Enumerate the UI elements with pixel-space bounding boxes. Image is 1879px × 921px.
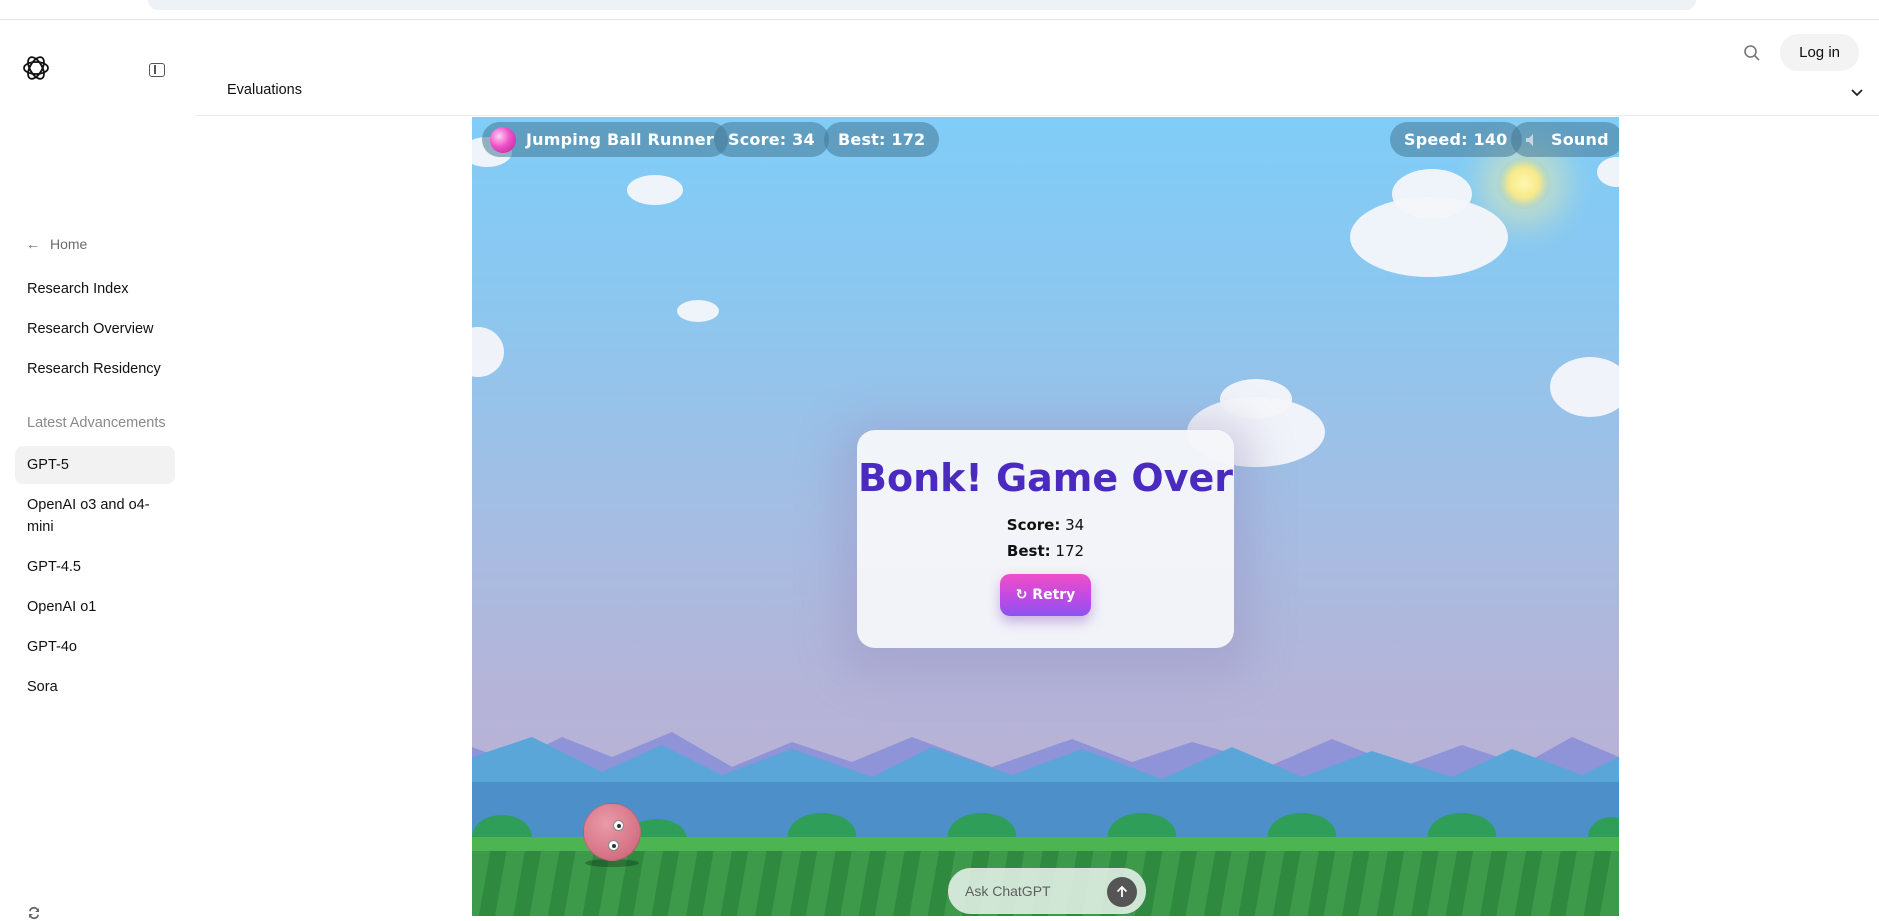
ask-chatgpt-input[interactable] — [965, 883, 1095, 899]
game-canvas[interactable]: Jumping Ball Runner Score: 34 Best: 172 … — [472, 117, 1619, 916]
final-best: Best: 172 — [857, 542, 1234, 560]
best-badge: Best: 172 — [824, 122, 940, 157]
home-link-label: Home — [50, 236, 88, 252]
game-title-badge: Jumping Ball Runner — [482, 122, 728, 157]
evaluations-label: Evaluations — [227, 82, 302, 98]
sidebar-item-research-residency[interactable]: Research Residency — [15, 350, 175, 388]
sidebar-item-gpt-5[interactable]: GPT-5 — [15, 446, 175, 484]
openai-logo-icon[interactable] — [20, 52, 52, 84]
header-actions: Log in — [1742, 34, 1859, 71]
retry-button[interactable]: ↻ Retry — [1000, 574, 1091, 616]
grass-top — [472, 837, 1619, 851]
final-score: Score: 34 — [857, 516, 1234, 534]
final-score-value: 34 — [1065, 516, 1085, 534]
sidebar-item-research-index[interactable]: Research Index — [15, 270, 175, 308]
sidebar-item-sora[interactable]: Sora — [15, 668, 175, 706]
score-badge: Score: 34 — [714, 122, 829, 157]
cloud — [1550, 357, 1619, 417]
cloud — [1220, 379, 1292, 419]
address-bar[interactable] — [148, 0, 1696, 10]
cloud — [677, 300, 719, 322]
game-title: Jumping Ball Runner — [526, 130, 714, 149]
refresh-icon[interactable] — [26, 905, 42, 921]
login-button[interactable]: Log in — [1780, 34, 1859, 71]
sun — [1498, 157, 1550, 209]
chevron-down-icon[interactable] — [1849, 84, 1865, 100]
final-best-value: 172 — [1055, 542, 1085, 560]
ask-chatgpt-bar — [948, 868, 1146, 914]
browser-top-strip — [0, 0, 1879, 20]
sound-toggle[interactable]: Sound — [1511, 122, 1619, 157]
home-link[interactable]: ← Home — [26, 236, 87, 252]
cloud — [472, 327, 504, 377]
player-ball — [583, 803, 641, 861]
sound-label: Sound — [1551, 130, 1609, 149]
cloud — [1392, 169, 1472, 219]
arrow-up-icon — [1116, 885, 1128, 897]
speed-badge: Speed: 140 — [1390, 122, 1522, 157]
sidebar-toggle-icon[interactable] — [149, 63, 165, 77]
evaluations-bar[interactable]: Evaluations — [195, 72, 1879, 116]
game-over-title: Bonk! Game Over — [858, 456, 1233, 500]
arrow-left-icon: ← — [26, 236, 40, 252]
eye — [608, 840, 619, 851]
search-icon[interactable] — [1742, 43, 1762, 63]
cloud — [1597, 157, 1619, 187]
section-heading-latest-advancements: Latest Advancements — [27, 415, 166, 431]
sidebar: ← Home Research Index Research Overview … — [0, 20, 195, 920]
cloud — [627, 175, 683, 205]
game-over-dialog: Bonk! Game Over Score: 34 Best: 172 ↻ Re… — [857, 430, 1234, 648]
sidebar-item-openai-o3-o4-mini[interactable]: OpenAI o3 and o4-mini — [15, 486, 165, 546]
send-button[interactable] — [1107, 877, 1137, 907]
sidebar-item-gpt-4o[interactable]: GPT-4o — [15, 628, 175, 666]
eye — [613, 820, 624, 831]
sidebar-item-openai-o1[interactable]: OpenAI o1 — [15, 588, 175, 626]
final-score-key: Score: — [1006, 516, 1061, 534]
sidebar-item-gpt-4-5[interactable]: GPT-4.5 — [15, 548, 175, 586]
sidebar-item-research-overview[interactable]: Research Overview — [15, 310, 175, 348]
speaker-icon — [1526, 133, 1533, 146]
ball-icon — [490, 126, 516, 153]
final-best-key: Best: — [1006, 542, 1051, 560]
